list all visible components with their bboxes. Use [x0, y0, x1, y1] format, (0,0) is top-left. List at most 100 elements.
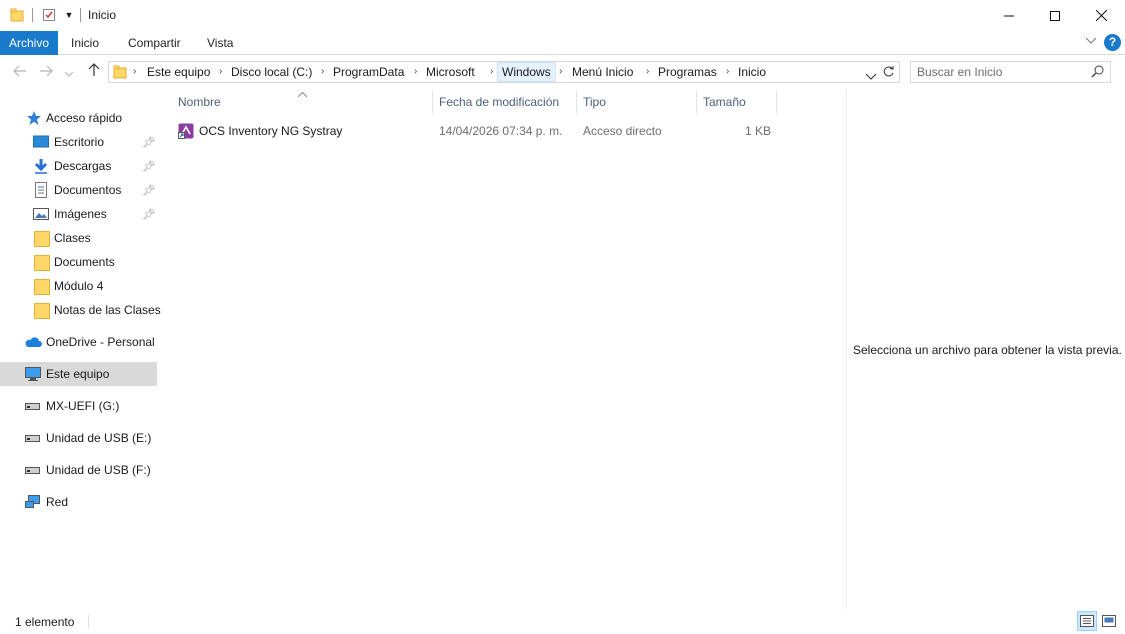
breadcrumb-microsoft[interactable]: Microsoft	[422, 62, 479, 82]
sidebar-item-label: Documentos	[54, 183, 122, 197]
sidebar-item-escritorio[interactable]: Escritorio 📌︎	[0, 130, 157, 154]
sidebar-item-imagenes[interactable]: Imágenes 📌︎	[0, 202, 157, 226]
pictures-icon	[33, 206, 49, 222]
breadcrumb-chevron-icon[interactable]: ›	[559, 62, 562, 82]
column-divider[interactable]	[432, 91, 433, 115]
breadcrumb-programas[interactable]: Programas	[654, 62, 721, 82]
sidebar-item-label: Descargas	[54, 159, 112, 173]
column-divider[interactable]	[776, 91, 777, 115]
title-bar: ▼ Inicio	[0, 0, 1125, 31]
download-icon	[33, 158, 49, 174]
large-icons-view-button[interactable]	[1099, 611, 1119, 631]
sidebar-item-acceso-rapido[interactable]: Acceso rápido	[0, 106, 157, 130]
breadcrumb-windows[interactable]: Windows	[497, 62, 556, 82]
sidebar-item-modulo-4[interactable]: Módulo 4	[0, 274, 157, 298]
tab-vista[interactable]: Vista	[198, 31, 242, 55]
preview-message: Selecciona un archivo para obtener la vi…	[853, 343, 1122, 357]
sidebar-item-onedrive[interactable]: OneDrive - Personal	[0, 330, 157, 354]
breadcrumb-chevron-icon[interactable]: ›	[219, 62, 222, 82]
pin-icon[interactable]: 📌︎	[142, 136, 156, 149]
forward-button[interactable]	[36, 63, 56, 81]
column-divider[interactable]	[576, 91, 577, 115]
tab-compartir[interactable]: Compartir	[119, 31, 190, 55]
maximize-icon	[1050, 10, 1060, 21]
folder-icon	[34, 231, 50, 247]
column-header-nombre[interactable]: Nombre	[178, 89, 221, 116]
sidebar-item-label: Clases	[54, 231, 91, 245]
sidebar-item-documentos[interactable]: Documentos 📌︎	[0, 178, 157, 202]
details-view-button[interactable]	[1077, 611, 1097, 631]
pin-icon[interactable]: 📌︎	[142, 208, 156, 221]
breadcrumb-chevron-icon[interactable]: ›	[133, 62, 136, 82]
forward-arrow-icon	[40, 65, 53, 77]
breadcrumb-menu-inicio[interactable]: Menú Inicio	[568, 62, 637, 82]
refresh-icon[interactable]	[882, 65, 895, 81]
folder-icon	[34, 279, 50, 295]
sidebar-item-red[interactable]: Red	[0, 490, 157, 514]
sidebar-item-descargas[interactable]: Descargas 📌︎	[0, 154, 157, 178]
network-icon	[25, 494, 41, 510]
breadcrumb-disco-local[interactable]: Disco local (C:)	[227, 62, 316, 82]
back-button[interactable]	[10, 63, 30, 81]
tab-inicio[interactable]: Inicio	[62, 31, 108, 55]
properties-icon[interactable]	[40, 6, 58, 24]
expand-ribbon-icon[interactable]	[1084, 35, 1098, 49]
star-icon	[26, 110, 42, 126]
close-button[interactable]	[1078, 0, 1124, 31]
pin-icon[interactable]: 📌︎	[142, 160, 156, 173]
sidebar-item-notas-de-las-clases[interactable]: Notas de las Clases	[0, 298, 161, 322]
usb-drive-icon	[25, 432, 41, 448]
column-header-fecha[interactable]: Fecha de modificación	[439, 89, 559, 116]
recent-locations-button[interactable]	[62, 63, 76, 81]
breadcrumb-chevron-icon[interactable]: ›	[414, 62, 417, 82]
maximize-button[interactable]	[1032, 0, 1078, 31]
breadcrumb-este-equipo[interactable]: Este equipo	[143, 62, 214, 82]
breadcrumb-chevron-icon[interactable]: ›	[646, 62, 649, 82]
navigation-pane: Acceso rápido Escritorio 📌︎ Descargas 📌︎…	[0, 89, 161, 609]
sidebar-item-label: Notas de las Clases	[54, 303, 161, 317]
preview-pane-divider[interactable]	[846, 89, 847, 609]
column-header-tamano[interactable]: Tamaño	[703, 89, 746, 116]
sidebar-item-label: Escritorio	[54, 135, 105, 149]
column-divider[interactable]	[696, 91, 697, 115]
address-bar[interactable]: › Este equipo › Disco local (C:) › Progr…	[108, 61, 900, 83]
address-dropdown-icon[interactable]	[865, 69, 877, 83]
search-input[interactable]	[917, 63, 1087, 81]
breadcrumb-chevron-icon[interactable]: ›	[321, 62, 324, 82]
sidebar-item-mx-uefi[interactable]: MX-UEFI (G:)	[0, 394, 157, 418]
ribbon-tabs: Archivo Inicio Compartir Vista ?	[0, 31, 1125, 55]
separator	[88, 615, 89, 629]
pin-icon[interactable]: 📌︎	[142, 184, 156, 197]
minimize-button[interactable]	[986, 0, 1032, 31]
breadcrumb-chevron-icon[interactable]: ›	[490, 62, 493, 82]
sidebar-item-clases[interactable]: Clases	[0, 226, 157, 250]
file-list: Nombre Fecha de modificación Tipo Tamaño…	[160, 89, 846, 609]
sidebar-item-label: Este equipo	[46, 367, 110, 381]
sidebar-item-documents[interactable]: Documents	[0, 250, 157, 274]
sidebar-item-este-equipo[interactable]: Este equipo	[0, 362, 157, 386]
sidebar-item-label: MX-UEFI (G:)	[46, 399, 120, 413]
status-bar: 1 elemento	[0, 609, 1125, 634]
file-row[interactable]: OCS Inventory NG Systray 14/04/2026 07:3…	[175, 120, 775, 142]
search-box[interactable]	[910, 61, 1111, 83]
column-header-tipo[interactable]: Tipo	[583, 89, 606, 116]
help-icon[interactable]: ?	[1104, 34, 1121, 51]
breadcrumb-inicio[interactable]: Inicio	[734, 62, 770, 82]
desktop-icon	[33, 134, 49, 150]
sidebar-item-label: OneDrive - Personal	[46, 335, 155, 349]
breadcrumb-chevron-icon[interactable]: ›	[726, 62, 729, 82]
folder-icon	[8, 6, 26, 24]
window-title: Inicio	[88, 8, 117, 22]
computer-icon	[25, 366, 41, 382]
sidebar-item-label: Módulo 4	[54, 279, 104, 293]
breadcrumb-programdata[interactable]: ProgramData	[329, 62, 408, 82]
sidebar-item-usb-f[interactable]: Unidad de USB (F:)	[0, 458, 157, 482]
tab-archivo[interactable]: Archivo	[0, 31, 58, 55]
search-icon[interactable]	[1091, 65, 1104, 81]
sidebar-item-label: Red	[46, 495, 69, 509]
sidebar-item-label: Documents	[54, 255, 115, 269]
chevron-down-icon	[64, 71, 74, 77]
sidebar-item-usb-e[interactable]: Unidad de USB (E:)	[0, 426, 157, 450]
customize-toolbar-icon[interactable]: ▼	[60, 6, 78, 24]
up-button[interactable]	[84, 63, 104, 81]
